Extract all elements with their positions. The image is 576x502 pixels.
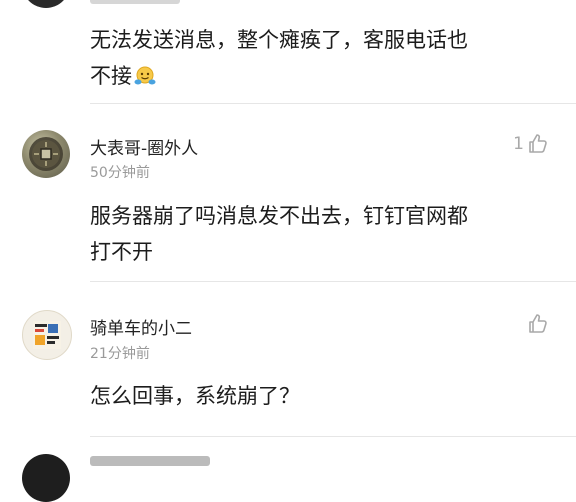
- divider: [90, 281, 576, 282]
- avatar[interactable]: [22, 0, 70, 8]
- comment-text-line: 不接: [90, 58, 550, 98]
- comment-text-line: 打不开: [90, 240, 153, 264]
- divider: [90, 436, 576, 437]
- like-count: 1: [513, 134, 524, 154]
- timestamp: 21分钟前: [90, 346, 150, 362]
- comment-text: 无法发送消息，整个瘫痪了，客服电话也 不接: [90, 22, 550, 98]
- comment-text-line: 服务器崩了吗消息发不出去，钉钉官网都: [90, 204, 468, 228]
- username-cutoff: [90, 0, 180, 4]
- username-cutoff: [90, 456, 210, 466]
- like-button[interactable]: [524, 312, 550, 336]
- timestamp: 50分钟前: [90, 165, 150, 181]
- thumbs-up-icon: [529, 134, 547, 153]
- comment-text-line: 怎么回事，系统崩了？: [90, 384, 300, 408]
- thumbs-up-icon: [529, 314, 547, 333]
- comment-text: 怎么回事，系统崩了？: [90, 378, 550, 414]
- avatar[interactable]: [22, 310, 72, 360]
- comment-text-line: 无法发送消息，整个瘫痪了，客服电话也: [90, 28, 468, 52]
- divider: [90, 103, 576, 104]
- comment-text: 服务器崩了吗消息发不出去，钉钉官网都 打不开: [90, 198, 550, 270]
- avatar[interactable]: [22, 454, 70, 502]
- poster-icon: [33, 321, 61, 349]
- username[interactable]: 骑单车的小二: [90, 314, 192, 339]
- like-button[interactable]: 1: [513, 132, 550, 156]
- coin-icon: [29, 137, 63, 171]
- avatar[interactable]: [22, 130, 70, 178]
- username[interactable]: 大表哥-圈外人: [90, 134, 198, 159]
- face-with-open-hands-icon: [134, 62, 156, 98]
